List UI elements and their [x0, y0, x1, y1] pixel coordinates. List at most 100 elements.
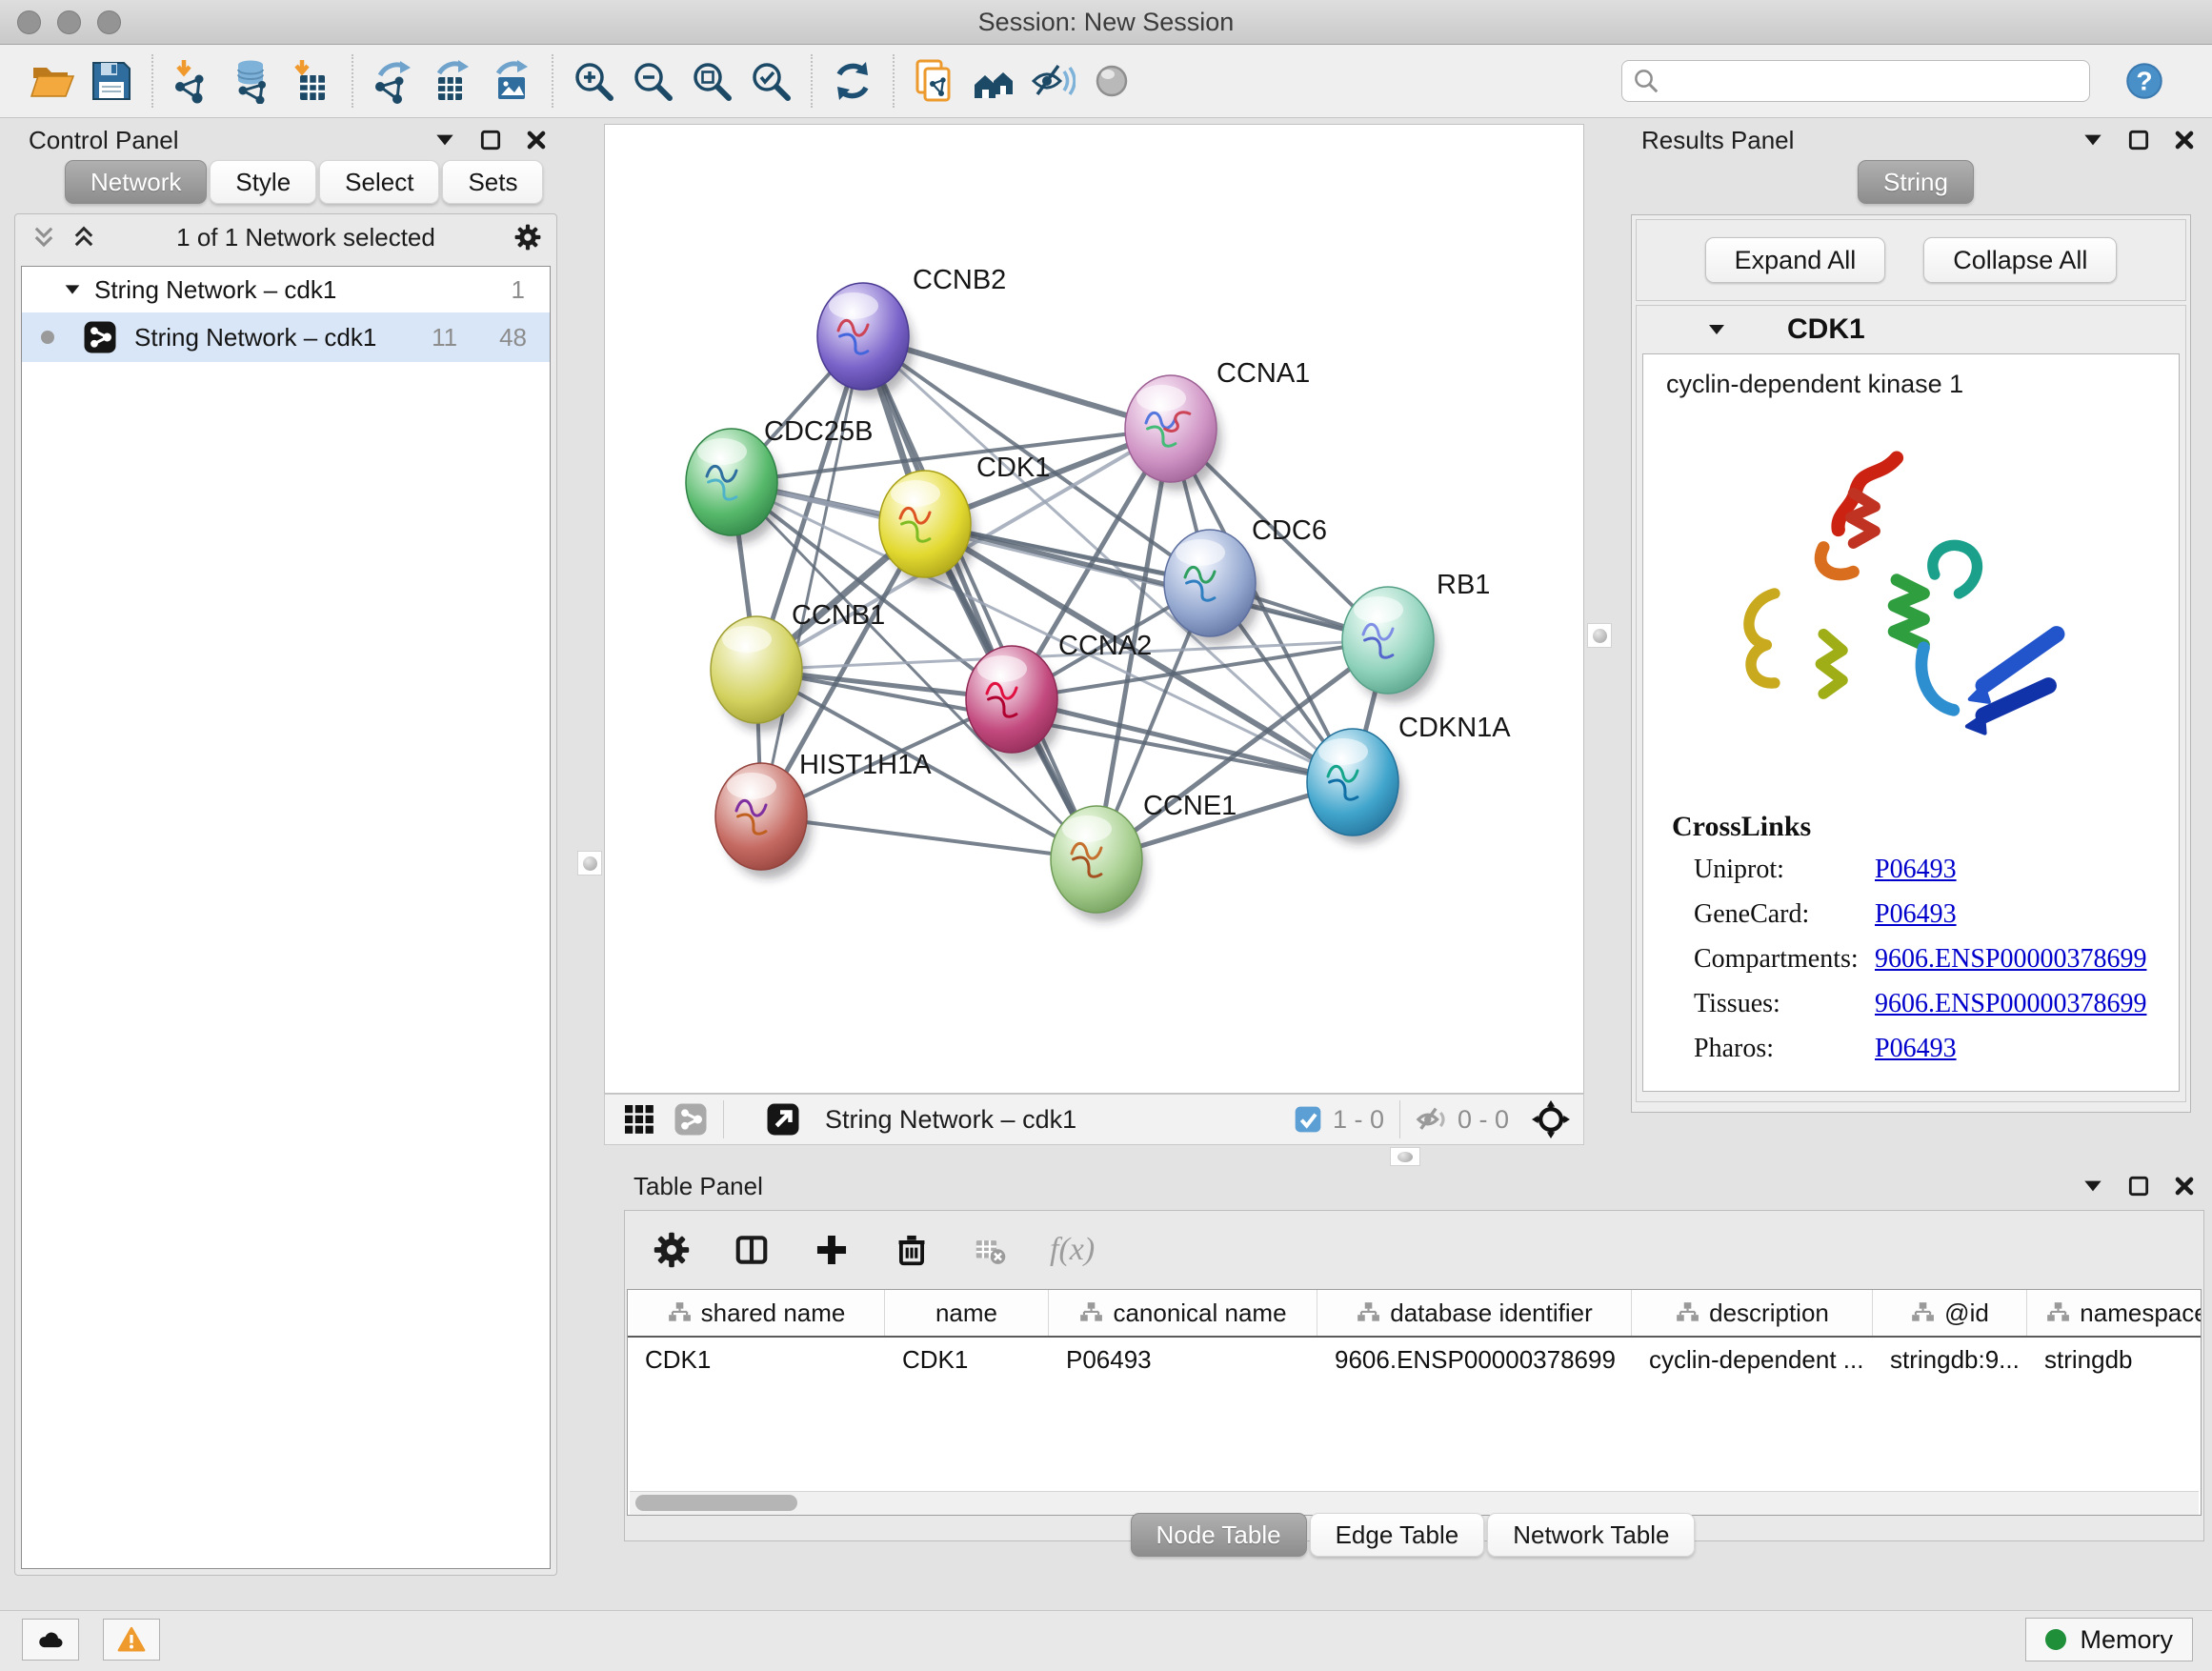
- zoom-window-button[interactable]: [97, 10, 121, 34]
- splitter-grip[interactable]: [1390, 1147, 1420, 1166]
- panel-menu-icon[interactable]: [2081, 128, 2105, 152]
- panel-close-icon[interactable]: [2172, 1174, 2197, 1198]
- network-options-gear-icon[interactable]: [514, 224, 541, 251]
- column-header-namespace[interactable]: namespace: [2027, 1290, 2202, 1336]
- column-header-description[interactable]: description: [1632, 1290, 1873, 1336]
- memory-button[interactable]: Memory: [2025, 1618, 2193, 1661]
- column-header-canonical-name[interactable]: canonical name: [1049, 1290, 1317, 1336]
- panel-float-icon[interactable]: [2126, 128, 2151, 152]
- selected-checkbox-icon[interactable]: [1293, 1104, 1323, 1135]
- table-cell[interactable]: CDK1: [885, 1345, 1049, 1375]
- show-columns-icon[interactable]: [734, 1232, 770, 1268]
- search-input[interactable]: [1660, 63, 2089, 99]
- search-box[interactable]: [1621, 60, 2090, 102]
- import-table-from-file-button[interactable]: [282, 51, 341, 111]
- warnings-button[interactable]: [103, 1619, 160, 1661]
- clone-network-button[interactable]: [905, 51, 964, 111]
- network-node-RB1[interactable]: [1342, 587, 1438, 702]
- import-network-from-database-button[interactable]: [223, 51, 282, 111]
- network-node-HIST1H1A[interactable]: [715, 763, 812, 878]
- title-bar[interactable]: Session: New Session: [0, 0, 2212, 45]
- table-cell[interactable]: 9606.ENSP00000378699: [1317, 1345, 1632, 1375]
- expand-all-button[interactable]: Expand All: [1705, 237, 1886, 283]
- tab-edge-table[interactable]: Edge Table: [1310, 1513, 1485, 1557]
- network-edge-CCNB2-CCNE1[interactable]: [863, 336, 1096, 859]
- panel-menu-icon[interactable]: [2081, 1174, 2105, 1198]
- network-node-CDK1[interactable]: [879, 471, 975, 586]
- crosslink-link[interactable]: 9606.ENSP00000378699: [1875, 944, 2146, 975]
- network-node-CDKN1A[interactable]: [1307, 729, 1403, 844]
- tab-string[interactable]: String: [1858, 160, 1974, 204]
- save-session-button[interactable]: [82, 51, 141, 111]
- gene-section-header[interactable]: CDK1: [1637, 306, 2185, 353]
- tab-select[interactable]: Select: [319, 160, 439, 204]
- show-all-button[interactable]: [1082, 51, 1141, 111]
- network-node-CCNA2[interactable]: [966, 646, 1062, 761]
- open-in-window-button[interactable]: [766, 1102, 800, 1137]
- network-graph[interactable]: CCNB2CCNA1CDC25BCDK1CDC6RB1CCNB1CCNA2CDK…: [605, 125, 1583, 1093]
- tab-network[interactable]: Network: [65, 160, 207, 204]
- collection-caret-icon[interactable]: [62, 279, 83, 300]
- network-canvas[interactable]: CCNB2CCNA1CDC25BCDK1CDC6RB1CCNB1CCNA2CDK…: [604, 124, 1584, 1094]
- table-cell[interactable]: stringdb: [2027, 1345, 2202, 1375]
- hidden-eye-slash-icon[interactable]: [1416, 1103, 1448, 1136]
- tab-network-table[interactable]: Network Table: [1487, 1513, 1695, 1557]
- zoom-in-button[interactable]: [564, 51, 623, 111]
- panel-menu-icon[interactable]: [432, 128, 457, 152]
- network-node-CDC6[interactable]: [1164, 530, 1260, 645]
- table-row[interactable]: CDK1CDK1P064939606.ENSP00000378699cyclin…: [628, 1338, 2201, 1381]
- zoom-out-button[interactable]: [623, 51, 682, 111]
- hide-selected-button[interactable]: [1023, 51, 1082, 111]
- birdseye-grid-button[interactable]: [622, 1102, 656, 1137]
- refresh-button[interactable]: [823, 51, 882, 111]
- network-row-selected[interactable]: String Network – cdk1 11 48: [22, 312, 550, 362]
- network-node-CCNB2[interactable]: [817, 283, 914, 398]
- minimize-window-button[interactable]: [57, 10, 81, 34]
- column-header-database-identifier[interactable]: database identifier: [1317, 1290, 1632, 1336]
- network-node-CCNE1[interactable]: [1051, 806, 1147, 921]
- table-cell[interactable]: CDK1: [628, 1345, 885, 1375]
- cloud-status-button[interactable]: [22, 1619, 79, 1661]
- zoom-selected-button[interactable]: [741, 51, 800, 111]
- help-button[interactable]: [2121, 57, 2168, 105]
- export-image-button[interactable]: [482, 51, 541, 111]
- panel-float-icon[interactable]: [2126, 1174, 2151, 1198]
- collapse-all-networks-icon[interactable]: [30, 224, 57, 251]
- network-node-CCNB1[interactable]: [711, 616, 807, 732]
- column-header-shared-name[interactable]: shared name: [628, 1290, 885, 1336]
- column-header-name[interactable]: name: [885, 1290, 1049, 1336]
- close-window-button[interactable]: [17, 10, 41, 34]
- table-cell[interactable]: stringdb:9...: [1873, 1345, 2027, 1375]
- splitter-grip[interactable]: [577, 851, 602, 876]
- splitter-grip[interactable]: [1587, 623, 1612, 648]
- table-cell[interactable]: cyclin-dependent ...: [1632, 1345, 1873, 1375]
- function-builder-button[interactable]: f(x): [1050, 1232, 1095, 1268]
- tab-sets[interactable]: Sets: [442, 160, 543, 204]
- string-style-button[interactable]: [674, 1102, 708, 1137]
- collapse-all-button[interactable]: Collapse All: [1923, 237, 2117, 283]
- panel-close-icon[interactable]: [2172, 128, 2197, 152]
- export-network-to-file-button[interactable]: [364, 51, 423, 111]
- fit-selected-button[interactable]: [1532, 1100, 1570, 1138]
- crosslink-link[interactable]: P06493: [1875, 899, 1957, 930]
- crosslink-link[interactable]: P06493: [1875, 1034, 1957, 1064]
- scrollbar-thumb[interactable]: [635, 1495, 797, 1511]
- table-options-gear-icon[interactable]: [654, 1232, 690, 1268]
- network-collection-row[interactable]: String Network – cdk1 1: [22, 267, 550, 312]
- table-cell[interactable]: P06493: [1049, 1345, 1317, 1375]
- network-node-CCNA1[interactable]: [1125, 375, 1221, 491]
- crosslink-link[interactable]: P06493: [1875, 855, 1957, 885]
- tab-node-table[interactable]: Node Table: [1131, 1513, 1307, 1557]
- panel-float-icon[interactable]: [478, 128, 503, 152]
- first-neighbors-button[interactable]: [964, 51, 1023, 111]
- tab-style[interactable]: Style: [210, 160, 316, 204]
- column-header-@id[interactable]: @id: [1873, 1290, 2027, 1336]
- panel-close-icon[interactable]: [524, 128, 549, 152]
- delete-column-icon[interactable]: [894, 1232, 930, 1268]
- network-edge-CCNB2-HIST1H1A[interactable]: [761, 336, 863, 816]
- open-session-button[interactable]: [23, 51, 82, 111]
- import-network-from-file-button[interactable]: [164, 51, 223, 111]
- zoom-fit-content-button[interactable]: [682, 51, 741, 111]
- expand-all-networks-icon[interactable]: [70, 224, 97, 251]
- add-column-icon[interactable]: [814, 1232, 850, 1268]
